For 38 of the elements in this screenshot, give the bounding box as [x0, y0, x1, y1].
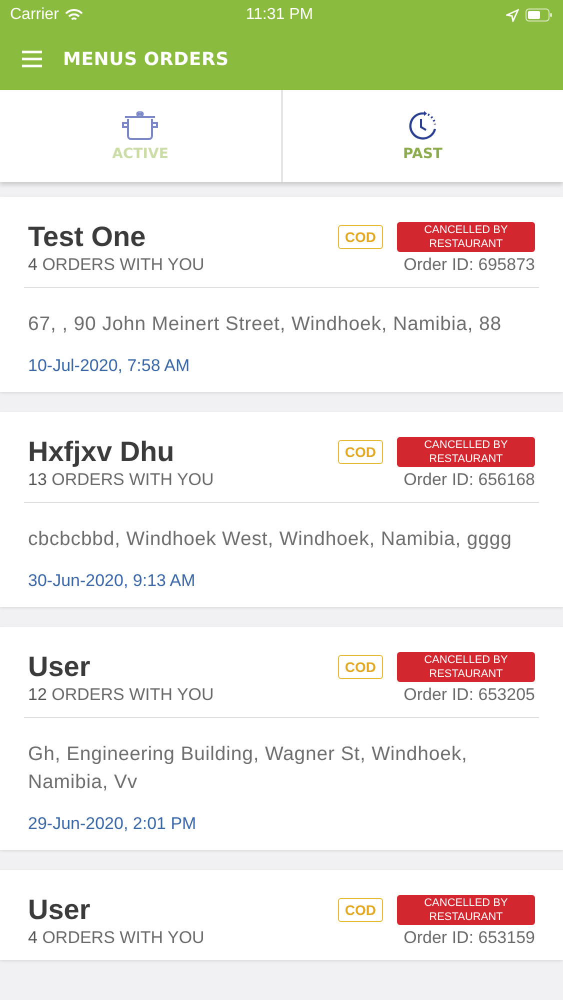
status-time: 11:31 PM: [244, 6, 314, 24]
status-badge: CANCELLED BY RESTAURANT: [397, 437, 535, 467]
order-card[interactable]: User COD CANCELLED BY RESTAURANT 12 ORDERS WITH YOU Order ID: 653205 Gh, Engineering Building, Wagner St, Windhoek, Namibia, Vv 29-Jun-2020, 2:01 PM: [0, 627, 563, 850]
battery-icon: [525, 8, 553, 22]
order-date: 10-Jul-2020, 7:58 AM: [28, 356, 191, 376]
status-badge: CANCELLED BY RESTAURANT: [397, 895, 535, 925]
status-badge: CANCELLED BY RESTAURANT: [397, 222, 535, 252]
status-badge: CANCELLED BY RESTAURANT: [397, 652, 535, 682]
menu-icon[interactable]: [21, 50, 43, 68]
clock-icon: [406, 110, 439, 142]
order-card[interactable]: User COD CANCELLED BY RESTAURANT 4 ORDERS WITH YOU Order ID: 653159: [0, 870, 563, 960]
customer-name: Test One: [28, 221, 147, 253]
order-count: 13 ORDERS WITH YOU: [28, 470, 214, 490]
location-icon: [506, 8, 519, 22]
order-date: 30-Jun-2020, 9:13 AM: [28, 571, 196, 591]
order-date: 29-Jun-2020, 2:01 PM: [28, 814, 198, 834]
payment-badge: COD: [338, 225, 383, 249]
order-count: 4 ORDERS WITH YOU: [28, 255, 204, 275]
order-id: Order ID: 695873: [404, 255, 535, 275]
app-title: MENUS ORDERS: [63, 48, 229, 70]
order-id: Order ID: 653205: [404, 685, 535, 705]
payment-badge: COD: [338, 898, 383, 922]
order-count: 4 ORDERS WITH YOU: [28, 928, 204, 948]
order-id: Order ID: 656168: [404, 470, 535, 490]
order-card[interactable]: Test One COD CANCELLED BY RESTAURANT 4 ORDERS WITH YOU Order ID: 695873 67, , 90 John Meinert Street, Windhoek, Namibia, 88 10-Jul-2020, 7:58 AM: [0, 197, 563, 392]
order-count: 12 ORDERS WITH YOU: [28, 685, 214, 705]
customer-name: User: [28, 894, 92, 926]
delivery-address: 67, , 90 John Meinert Street, Windhoek, Namibia, 88: [28, 312, 502, 337]
order-card[interactable]: Hxfjxv Dhu COD CANCELLED BY RESTAURANT 13 ORDERS WITH YOU Order ID: 656168 cbcbcbbd, Windhoek West, Windhoek, Namibia, gggg 30-Jun-2020, 9:13 AM: [0, 412, 563, 607]
delivery-address: cbcbcbbd, Windhoek West, Windhoek, Namibia, gggg: [28, 527, 513, 552]
payment-badge: COD: [338, 655, 383, 679]
carrier-name: Carrier: [10, 6, 59, 24]
wifi-icon: [64, 8, 83, 22]
customer-name: Hxfjxv Dhu: [28, 436, 176, 468]
payment-badge: COD: [338, 440, 383, 464]
customer-name: User: [28, 651, 92, 683]
delivery-address: Gh, Engineering Building, Wagner St, Windhoek, Namibia, Vv: [28, 742, 468, 795]
order-id: Order ID: 653159: [404, 928, 535, 948]
